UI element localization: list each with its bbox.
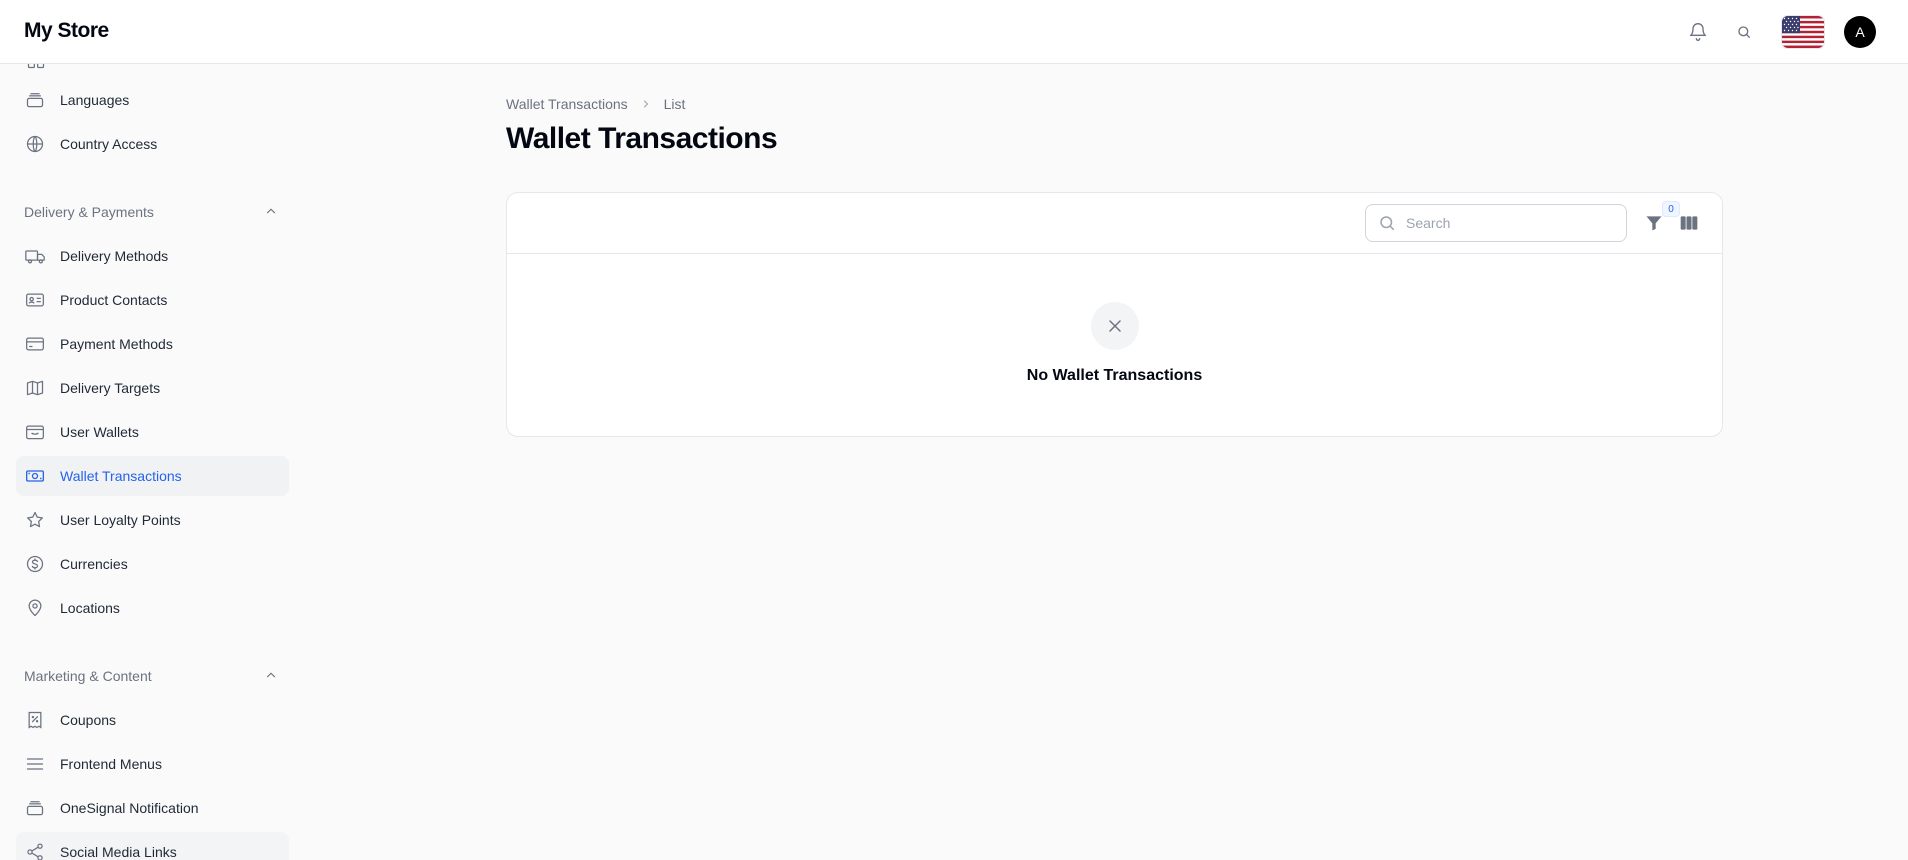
sidebar-item-label: Languages bbox=[60, 92, 130, 108]
sidebar-item-payment-methods[interactable]: Payment Methods bbox=[16, 324, 289, 364]
cash-icon bbox=[24, 465, 46, 487]
sidebar-item-social-media-links[interactable]: Social Media Links bbox=[16, 832, 289, 860]
sidebar-item-languages[interactable]: Languages bbox=[16, 80, 289, 120]
map-pin-icon bbox=[24, 597, 46, 619]
chevron-right-icon bbox=[640, 98, 652, 110]
transactions-table-card: 0 No Wallet Transactions bbox=[506, 192, 1723, 437]
group-label: Marketing & Content bbox=[24, 668, 152, 684]
sidebar-item-label: Payment Methods bbox=[60, 336, 173, 352]
chevron-up-icon[interactable] bbox=[264, 204, 278, 221]
sidebar-item-label: Product Contacts bbox=[60, 292, 168, 308]
search-icon[interactable] bbox=[1732, 20, 1756, 44]
search-input[interactable] bbox=[1404, 214, 1608, 232]
sidebar-item-product-contacts[interactable]: Product Contacts bbox=[16, 280, 289, 320]
sidebar-item-delivery-targets[interactable]: Delivery Targets bbox=[16, 368, 289, 408]
search-icon bbox=[1378, 214, 1396, 232]
chevron-up-icon[interactable] bbox=[264, 668, 278, 685]
group-delivery-payments[interactable]: Delivery & Payments bbox=[24, 200, 278, 224]
sidebar-item-label: OneSignal Notification bbox=[60, 800, 199, 816]
group-marketing-content[interactable]: Marketing & Content bbox=[24, 664, 278, 688]
menu-lines-icon bbox=[24, 753, 46, 775]
map-icon bbox=[24, 377, 46, 399]
columns-icon[interactable] bbox=[1679, 213, 1699, 233]
sidebar-item-user-loyalty-points[interactable]: User Loyalty Points bbox=[16, 500, 289, 540]
sidebar-item-delivery-methods[interactable]: Delivery Methods bbox=[16, 236, 289, 276]
page-title: Wallet Transactions bbox=[506, 122, 778, 155]
dollar-circle-icon bbox=[24, 553, 46, 575]
share-icon bbox=[24, 841, 46, 860]
sidebar: Languages Country Access Delivery & Paym… bbox=[0, 64, 300, 860]
receipt-percent-icon bbox=[24, 709, 46, 731]
breadcrumb-current: List bbox=[663, 96, 686, 112]
sidebar-item-label: Delivery Methods bbox=[60, 248, 169, 264]
sidebar-item-label: User Loyalty Points bbox=[60, 512, 181, 528]
filter-count-badge: 0 bbox=[1662, 201, 1680, 217]
sidebar-item-label: Currencies bbox=[60, 556, 128, 572]
stack-icon bbox=[24, 89, 46, 111]
sidebar-partial-icon bbox=[26, 64, 46, 75]
app-title[interactable]: My Store bbox=[24, 19, 109, 43]
stack-icon bbox=[24, 797, 46, 819]
sidebar-item-label: Frontend Menus bbox=[60, 756, 162, 772]
search-field[interactable] bbox=[1365, 204, 1627, 242]
sidebar-item-locations[interactable]: Locations bbox=[16, 588, 289, 628]
sidebar-item-coupons[interactable]: Coupons bbox=[16, 700, 289, 740]
wallet-icon bbox=[24, 421, 46, 443]
us-flag-icon[interactable] bbox=[1782, 16, 1824, 48]
breadcrumb: Wallet Transactions List bbox=[506, 96, 685, 112]
avatar[interactable]: A bbox=[1844, 16, 1876, 48]
group-label: Delivery & Payments bbox=[24, 204, 154, 220]
top-bar: My Store A bbox=[0, 0, 1908, 64]
sidebar-item-label: User Wallets bbox=[60, 424, 139, 440]
contact-card-icon bbox=[24, 289, 46, 311]
breadcrumb-parent[interactable]: Wallet Transactions bbox=[506, 96, 628, 112]
sidebar-item-onesignal-notification[interactable]: OneSignal Notification bbox=[16, 788, 289, 828]
x-mark-icon bbox=[1091, 302, 1139, 350]
filter-icon[interactable] bbox=[1644, 213, 1664, 233]
sidebar-item-label: Delivery Targets bbox=[60, 380, 161, 396]
table-toolbar: 0 bbox=[507, 193, 1722, 254]
sidebar-item-frontend-menus[interactable]: Frontend Menus bbox=[16, 744, 289, 784]
sidebar-item-user-wallets[interactable]: User Wallets bbox=[16, 412, 289, 452]
sidebar-item-label: Social Media Links bbox=[60, 844, 177, 860]
star-icon bbox=[24, 509, 46, 531]
empty-state-message: No Wallet Transactions bbox=[1026, 367, 1203, 384]
bell-icon[interactable] bbox=[1686, 20, 1710, 44]
sidebar-item-country-access[interactable]: Country Access bbox=[16, 124, 289, 164]
credit-card-icon bbox=[24, 333, 46, 355]
sidebar-item-label: Wallet Transactions bbox=[60, 468, 182, 484]
sidebar-item-label: Locations bbox=[60, 600, 120, 616]
sidebar-item-label: Country Access bbox=[60, 136, 158, 152]
top-actions: A bbox=[1686, 12, 1876, 52]
sidebar-item-wallet-transactions[interactable]: Wallet Transactions bbox=[16, 456, 289, 496]
sidebar-item-label: Coupons bbox=[60, 712, 117, 728]
truck-icon bbox=[24, 245, 46, 267]
sidebar-item-currencies[interactable]: Currencies bbox=[16, 544, 289, 584]
globe-icon bbox=[24, 133, 46, 155]
